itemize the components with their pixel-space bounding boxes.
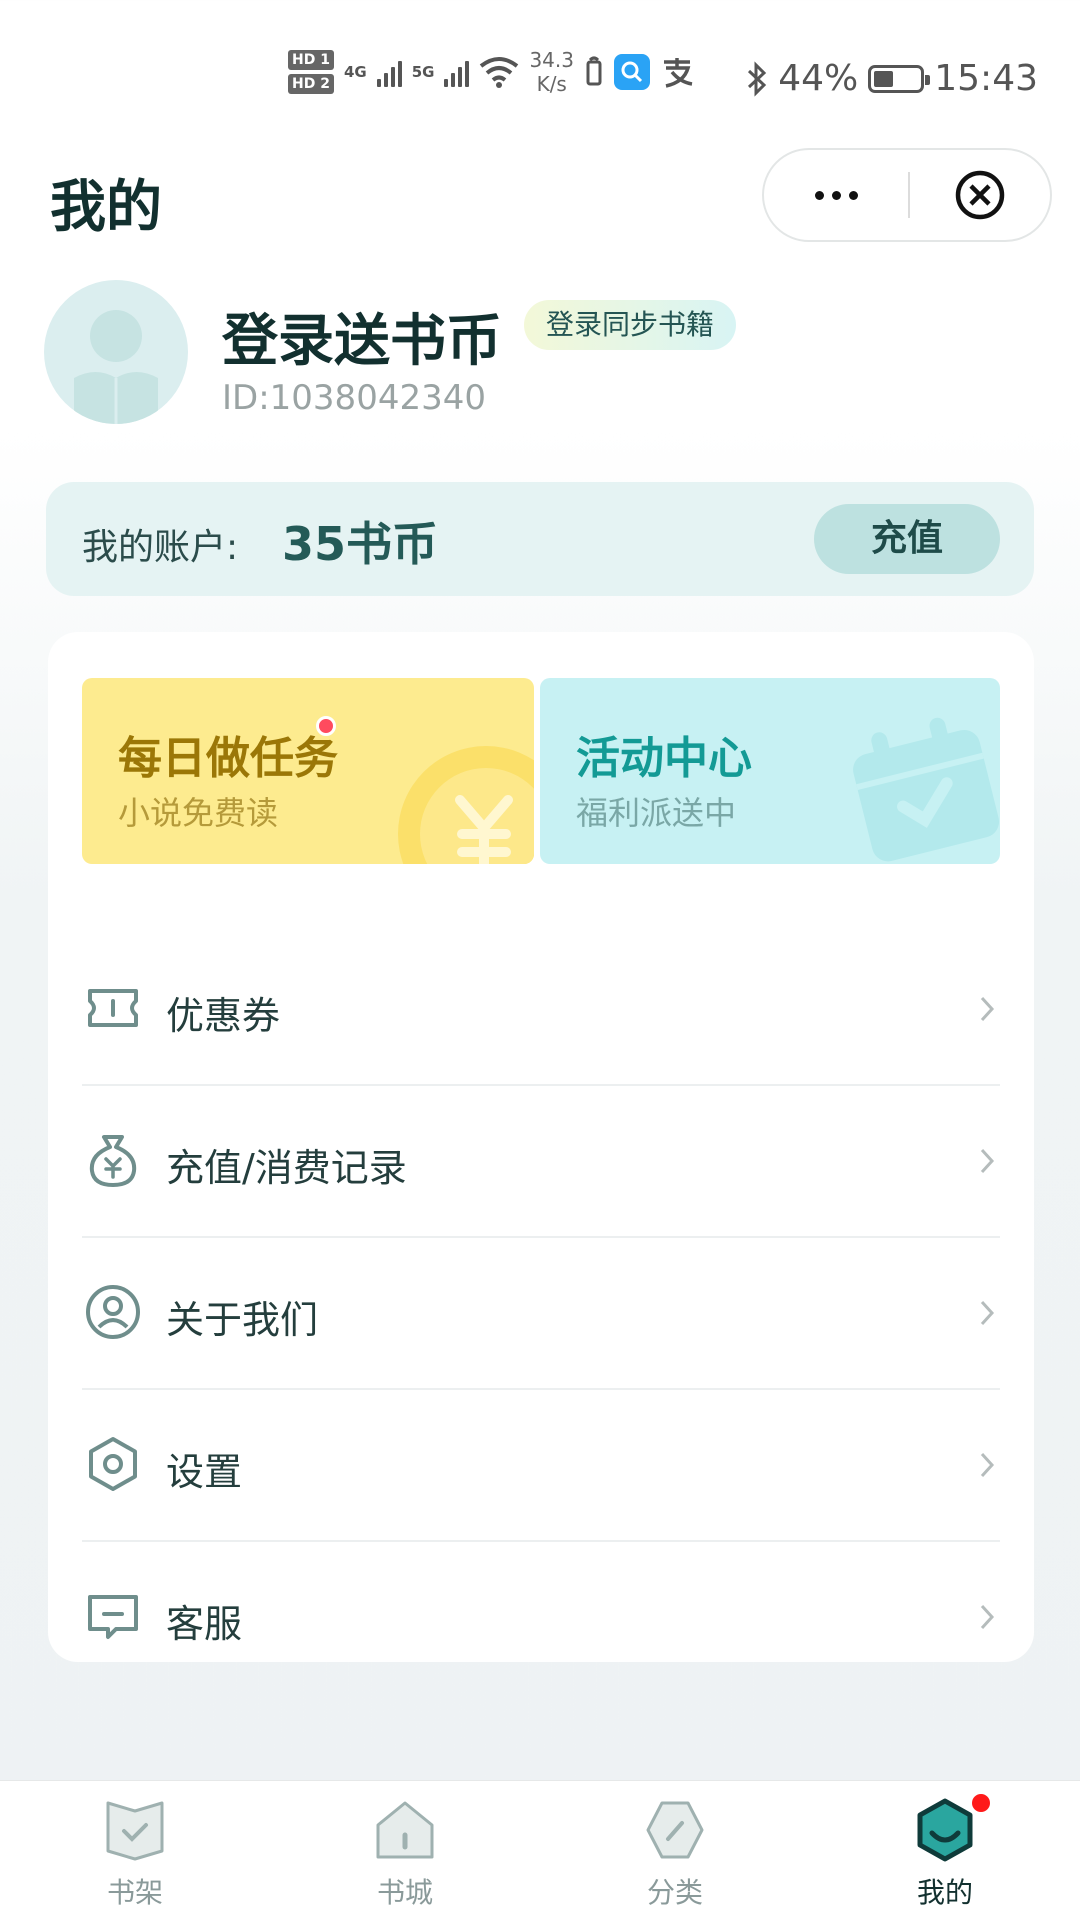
chevron-right-icon — [980, 1300, 995, 1326]
notification-dot — [969, 1791, 993, 1815]
tab-label: 书架 — [106, 1876, 163, 1909]
menu-item-customer-service[interactable]: 客服 — [82, 1542, 1000, 1692]
default-avatar-reader-icon — [74, 310, 158, 424]
recharge-button[interactable]: 充值 — [814, 504, 1000, 574]
search-app-icon — [613, 54, 650, 90]
menu-item-settings[interactable]: 设置 — [82, 1390, 1000, 1542]
menu-list: 优惠券 充值/消费记录 关于我们 设置 客服 — [82, 934, 1000, 1692]
user-id: ID:1038042340 — [222, 378, 486, 418]
hd-indicators: HD 1 HD 2 — [288, 50, 334, 94]
bookshelf-icon — [106, 1801, 164, 1861]
alipay-icon — [663, 58, 693, 88]
activity-center-banner[interactable]: 活动中心 福利派送中 — [540, 678, 1000, 864]
mini-program-capsule — [762, 148, 1052, 242]
menu-item-label: 客服 — [166, 1602, 243, 1646]
calendar-check-icon — [853, 717, 1000, 862]
network-speed: 34.3 K/s — [529, 48, 574, 96]
account-card: 我的账户: 35书币 充值 — [46, 482, 1034, 596]
speed-value: 34.3 — [529, 48, 574, 72]
daily-task-banner[interactable]: 每日做任务 小说免费读 — [82, 678, 534, 864]
network-4g-label: 4G — [343, 63, 367, 81]
user-circle-icon — [86, 1285, 140, 1339]
speed-unit: K/s — [536, 72, 567, 96]
signal-bars-icon — [376, 57, 402, 87]
chevron-right-icon — [980, 1452, 995, 1478]
daily-task-title: 每日做任务 — [118, 733, 338, 784]
menu-item-label: 充值/消费记录 — [166, 1146, 407, 1190]
menu-item-records[interactable]: 充值/消费记录 — [82, 1086, 1000, 1238]
nfc-icon — [586, 56, 602, 86]
login-title[interactable]: 登录送书币 — [222, 296, 502, 377]
page-title: 我的 — [50, 175, 162, 240]
close-button[interactable] — [910, 150, 1050, 240]
chat-icon — [88, 1595, 138, 1639]
menu-item-label: 优惠券 — [166, 994, 281, 1038]
chevron-right-icon — [980, 1148, 995, 1174]
daily-task-subtitle: 小说免费读 — [118, 794, 279, 832]
network-5g-label: 5G — [411, 63, 435, 81]
status-left: HD 1 HD 2 4G 5G 34.3 K/s — [288, 48, 694, 96]
home-icon — [376, 1801, 434, 1859]
sync-books-badge[interactable]: 登录同步书籍 — [524, 300, 737, 350]
close-circle-icon — [955, 170, 1005, 220]
menu-item-label: 设置 — [166, 1450, 243, 1494]
clock: 15:43 — [934, 58, 1038, 99]
tab-label: 书城 — [376, 1876, 433, 1909]
battery-percent: 44% — [778, 58, 859, 99]
account-balance: 35书币 — [282, 517, 439, 571]
coupon-icon — [88, 989, 138, 1027]
avatar[interactable] — [44, 280, 188, 424]
coin-yen-icon — [398, 746, 534, 864]
tab-mine[interactable]: 我的 — [810, 1781, 1080, 1921]
more-dot-icon — [831, 190, 841, 200]
bottom-tab-bar: 书架 书城 分类 我的 — [0, 1780, 1080, 1921]
settings-hexagon-icon — [89, 1437, 137, 1491]
category-icon — [646, 1801, 704, 1859]
wifi-icon — [480, 57, 519, 88]
tab-label: 我的 — [916, 1876, 973, 1909]
tab-category[interactable]: 分类 — [540, 1781, 810, 1921]
tab-bookstore[interactable]: 书城 — [270, 1781, 540, 1921]
menu-item-about[interactable]: 关于我们 — [82, 1238, 1000, 1390]
more-button[interactable] — [764, 150, 908, 240]
tab-bookshelf[interactable]: 书架 — [0, 1781, 270, 1921]
more-dot-icon — [814, 190, 824, 200]
account-label: 我的账户: — [82, 527, 239, 568]
more-dot-icon — [848, 190, 858, 200]
status-bar: HD 1 HD 2 4G 5G 34.3 K/s 44% 15:43 — [0, 40, 1080, 120]
notification-dot — [316, 716, 336, 736]
hd1-badge: HD 1 — [288, 50, 334, 70]
signal-bars-icon — [444, 57, 470, 87]
chevron-right-icon — [980, 996, 995, 1022]
menu-item-coupons[interactable]: 优惠券 — [82, 934, 1000, 1086]
bluetooth-icon — [748, 60, 767, 97]
tab-label: 分类 — [646, 1876, 703, 1909]
main-card: 每日做任务 小说免费读 活动中心 福利派送中 优惠券 充值/消费记录 关于我们 … — [48, 632, 1034, 1662]
chevron-right-icon — [980, 1604, 995, 1630]
menu-item-label: 关于我们 — [166, 1298, 319, 1342]
activity-center-title: 活动中心 — [576, 733, 752, 784]
activity-center-subtitle: 福利派送中 — [576, 794, 737, 832]
battery-icon — [868, 64, 931, 93]
status-right: 44% 15:43 — [746, 58, 1038, 99]
money-bag-icon — [89, 1135, 137, 1187]
hd2-badge: HD 2 — [288, 74, 334, 94]
